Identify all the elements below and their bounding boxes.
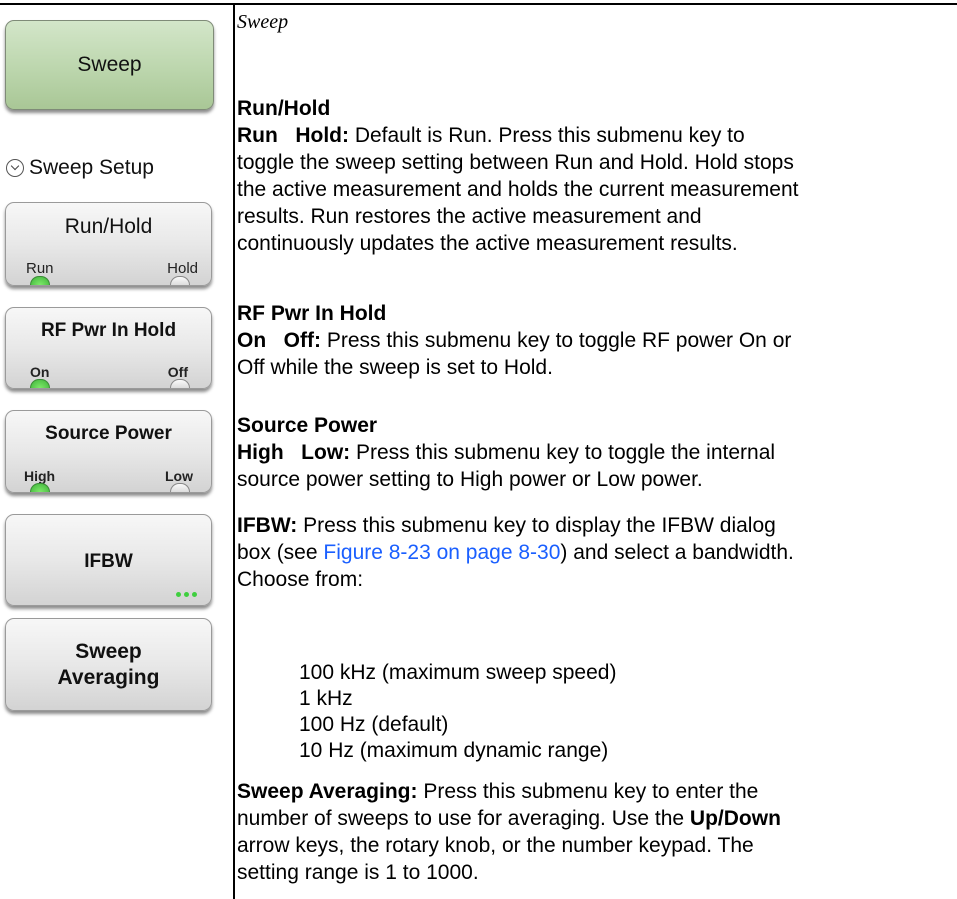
sweep-setup-label: Sweep Setup <box>29 156 154 179</box>
rf-pwr-in-hold-key[interactable]: RF Pwr In Hold On Off <box>5 307 212 389</box>
off-option: Off <box>167 364 188 380</box>
run-hold-line1: Run Hold: Default is Run. Press this sub… <box>237 122 952 149</box>
rf-pwr-in-hold-key-label: RF Pwr In Hold <box>40 320 177 341</box>
averaging-keyword: Sweep Averaging: <box>237 780 418 803</box>
high-option: High <box>24 468 56 484</box>
source-power-keyword: High Low: <box>237 441 351 464</box>
run-hold-text4: results. Run restores the active measure… <box>237 205 702 228</box>
run-hold-heading: Run/Hold <box>237 97 331 120</box>
rf-pwr-description: RF Pwr In Hold On Off: Press this submen… <box>237 300 952 381</box>
sweep-title-key[interactable]: Sweep <box>5 20 214 110</box>
chevron-down-icon <box>6 159 24 177</box>
ifbw-description: IFBW: Press this submenu key to display … <box>237 512 952 593</box>
hold-option: Hold <box>167 260 198 277</box>
run-option: Run <box>26 260 54 277</box>
source-power-text1: Press this submenu key to toggle the int… <box>350 441 776 464</box>
high-indicator <box>30 483 50 492</box>
on-option: On <box>30 364 50 380</box>
run-hold-description: Run/Hold Run Hold: Default is Run. Press… <box>237 95 952 257</box>
off-indicator <box>170 379 190 388</box>
run-hold-text3: the active measurement and holds the cur… <box>237 178 799 201</box>
rf-pwr-keyword: On Off: <box>237 329 321 352</box>
run-hold-text2: toggle the sweep setting between Run and… <box>237 151 794 174</box>
top-rule <box>0 3 957 5</box>
on-indicator <box>30 379 50 388</box>
source-power-key-label: Source Power <box>45 423 172 444</box>
averaging-text2a: number of sweeps to use for averaging. U… <box>237 807 690 830</box>
source-power-heading: Source Power <box>237 414 378 437</box>
sweep-averaging-line1: Sweep <box>75 640 142 663</box>
source-power-key[interactable]: Source Power High Low <box>5 410 212 493</box>
figure-link[interactable]: Figure 8-23 on page 8-30 <box>323 541 560 564</box>
averaging-text4: setting range is 1 to 1000. <box>237 861 479 884</box>
rf-pwr-text2: Off while the sweep is set to Hold. <box>237 356 553 379</box>
averaging-line1: Sweep Averaging: Press this submenu key … <box>237 778 952 805</box>
sweep-setup-section[interactable]: Sweep Setup <box>6 156 154 180</box>
ifbw-line2: box (see Figure 8-23 on page 8-30) and s… <box>237 539 952 566</box>
list-item: 100 kHz (maximum sweep speed) <box>299 661 617 684</box>
rf-pwr-heading: RF Pwr In Hold <box>237 302 387 325</box>
ifbw-text2b: ) and select a bandwidth. <box>560 541 794 564</box>
run-hold-keyword: Run Hold: <box>237 124 349 147</box>
ifbw-options-list: 100 kHz (maximum sweep speed) 1 kHz 100 … <box>299 660 616 764</box>
list-item: 10 Hz (maximum dynamic range) <box>299 739 609 762</box>
source-power-description: Source Power High Low: Press this submen… <box>237 412 952 493</box>
sweep-averaging-key[interactable]: Sweep Averaging <box>5 618 212 711</box>
rf-pwr-line1: On Off: Press this submenu key to toggle… <box>237 327 952 354</box>
column-divider <box>233 3 235 899</box>
ifbw-text1: Press this submenu key to display the IF… <box>297 514 776 537</box>
hold-indicator-off <box>170 276 190 285</box>
ifbw-text2a: box (see <box>237 541 324 564</box>
list-item: 1 kHz <box>299 687 353 710</box>
more-options-icon <box>176 592 197 597</box>
page-heading: Sweep <box>237 11 289 33</box>
ifbw-line1: IFBW: Press this submenu key to display … <box>237 512 952 539</box>
rf-pwr-text1: Press this submenu key to toggle RF powe… <box>320 329 792 352</box>
run-hold-text1: Default is Run. Press this submenu key t… <box>348 124 745 147</box>
source-power-text2: source power setting to High power or Lo… <box>237 468 703 491</box>
run-hold-text5: continuously updates the active measurem… <box>237 232 738 255</box>
ifbw-key-label: IFBW <box>84 551 133 572</box>
run-indicator-on <box>30 276 50 285</box>
averaging-description: Sweep Averaging: Press this submenu key … <box>237 778 952 886</box>
source-power-line1: High Low: Press this submenu key to togg… <box>237 439 952 466</box>
sweep-averaging-line2: Averaging <box>57 666 160 689</box>
ifbw-keyword: IFBW: <box>237 514 298 537</box>
up-down-keys-term: Up/Down <box>689 807 781 830</box>
averaging-line2: number of sweeps to use for averaging. U… <box>237 805 952 832</box>
averaging-text1: Press this submenu key to enter the <box>417 780 759 803</box>
sweep-averaging-key-label: Sweep Averaging <box>6 639 211 691</box>
list-item: 100 Hz (default) <box>299 713 449 736</box>
run-hold-key-label: Run/Hold <box>64 215 153 238</box>
ifbw-text3: Choose from: <box>237 568 364 591</box>
low-indicator <box>170 483 190 492</box>
averaging-text3: arrow keys, the rotary knob, or the numb… <box>237 834 754 857</box>
ifbw-key[interactable]: IFBW <box>5 514 212 606</box>
low-option: Low <box>165 468 193 484</box>
run-hold-key[interactable]: Run/Hold Run Hold <box>5 202 212 286</box>
